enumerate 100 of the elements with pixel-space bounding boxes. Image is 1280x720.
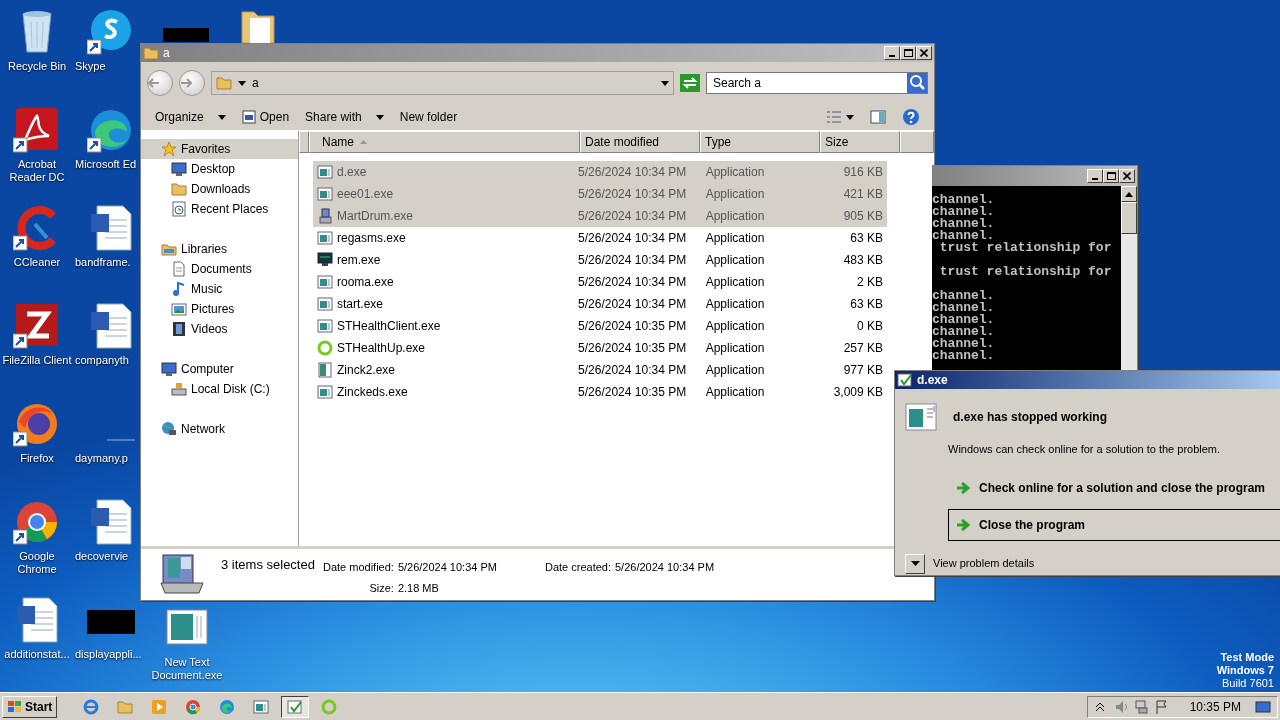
pdf-icon[interactable] (13, 106, 61, 154)
icon-label[interactable]: CCleaner (13, 256, 61, 269)
maximize-button[interactable] (1103, 169, 1119, 183)
icon-label[interactable]: daymany.p (75, 452, 128, 465)
console-line: trust relationship for (938, 242, 1113, 254)
dialog-option[interactable]: Close the program (948, 508, 1280, 541)
scroll-thumb[interactable] (1121, 202, 1137, 234)
sidebar-item[interactable]: Desktop (141, 159, 298, 179)
file-row[interactable]: d.exe 5/26/2024 10:34 PM Application 916 KB (313, 161, 887, 183)
detail-value: 2.18 MB (397, 580, 440, 596)
file-row[interactable]: Zinckeds.exe 5/26/2024 10:35 PM Application 3,009 KB (313, 381, 887, 403)
dialog-heading: d.exe has stopped working (953, 409, 1108, 426)
program-icon (317, 362, 333, 378)
back-button[interactable] (147, 70, 173, 96)
program-icon (317, 296, 333, 312)
arrow-icon (957, 518, 971, 531)
search-button[interactable] (907, 73, 927, 93)
type-cell-text: Application (704, 164, 766, 181)
detail-value: 5/26/2024 10:34 PM (397, 560, 497, 575)
file-row[interactable]: Zinck2.exe 5/26/2024 10:34 PM Application 977 KB (313, 359, 887, 381)
toolbar-button[interactable]: Organize (149, 106, 232, 128)
program-icon (317, 230, 333, 246)
file-row[interactable]: eee01.exe 5/26/2024 10:34 PM Application 421 KB (313, 183, 887, 205)
close-button[interactable] (916, 46, 932, 60)
icon-label[interactable]: displayappli... (75, 648, 142, 661)
open-button[interactable]: Open (235, 106, 296, 128)
monitor-icon (317, 252, 333, 268)
program-icon (317, 384, 333, 400)
star-icon (161, 141, 177, 157)
program-icon (287, 698, 304, 715)
date-cell-text: 5/26/2024 10:34 PM (577, 208, 688, 225)
file-row[interactable]: rem.exe 5/26/2024 10:34 PM Application 483 KB (313, 249, 887, 271)
file-row[interactable]: STHealthClient.exe 5/26/2024 10:35 PM Application 0 KB (313, 315, 887, 337)
console-line: channel. (932, 218, 996, 230)
icon-label[interactable]: FileZilla Client (2, 354, 72, 367)
details-toggle-label[interactable]: View problem details (933, 555, 1035, 572)
address-field[interactable]: a (211, 71, 674, 95)
icon-label[interactable]: Skype (75, 60, 106, 73)
icon-label[interactable]: Recycle Bin (7, 60, 67, 73)
column-header[interactable]: Type (700, 131, 820, 153)
console-line: channel. (932, 194, 996, 206)
sidebar-item[interactable]: Network (141, 419, 298, 439)
windows-logo-icon (7, 699, 23, 714)
column-header[interactable]: Date modified (580, 131, 700, 153)
help-icon (902, 108, 920, 126)
program-icon (241, 110, 256, 124)
sidebar-item[interactable]: Libraries (141, 239, 298, 259)
icon-label[interactable]: Google Chrome (0, 550, 74, 576)
icon-label[interactable]: Acrobat Reader DC (0, 158, 74, 184)
sidebar-item[interactable]: Downloads (141, 179, 298, 199)
icon-label[interactable]: New Text Document.exe (150, 656, 224, 682)
minimize-button[interactable] (1087, 169, 1103, 183)
column-header[interactable]: Name (309, 131, 580, 153)
file-row[interactable]: rooma.exe 5/26/2024 10:34 PM Application 2 KB (313, 271, 887, 293)
start-button[interactable]: Start (2, 695, 58, 718)
file-row[interactable]: start.exe 5/26/2024 10:34 PM Application 63 KB (313, 293, 887, 315)
folder-icon[interactable] (240, 8, 276, 43)
file-row[interactable]: MartDrum.exe 5/26/2024 10:34 PM Application 905 KB (313, 205, 887, 227)
minimize-button[interactable] (884, 46, 900, 60)
close-button[interactable] (1119, 169, 1135, 183)
sidebar-item[interactable]: Local Disk (C:) (141, 379, 298, 399)
close-icon (920, 49, 928, 57)
file-name: STHealthClient.exe (337, 318, 441, 335)
ring-icon (317, 340, 333, 356)
sidebar-item[interactable]: Recent Places (141, 199, 298, 219)
scroll-up-button[interactable] (1121, 186, 1137, 202)
icon-label[interactable]: decovervie (75, 550, 129, 563)
app-icon[interactable] (13, 302, 61, 350)
toolbar-button[interactable]: New folder (393, 106, 464, 128)
monitor-icon (171, 161, 187, 177)
toolbar-button[interactable]: Share with (299, 106, 390, 128)
taskbar-button[interactable] (281, 695, 310, 718)
icon-label[interactable]: Firefox (20, 452, 54, 465)
sidebar-item[interactable]: Favorites (141, 139, 298, 159)
expand-button[interactable] (905, 553, 925, 574)
sidebar-item[interactable]: Documents (141, 259, 298, 279)
flag-icon[interactable] (1153, 698, 1168, 715)
show-desktop-icon[interactable] (1255, 699, 1271, 714)
file-name: Zinckeds.exe (337, 384, 408, 401)
forward-button[interactable] (179, 70, 205, 96)
console-line: channel. (932, 338, 996, 350)
file-row[interactable]: regasms.exe 5/26/2024 10:34 PM Application 63 KB (313, 227, 887, 249)
file-name: MartDrum.exe (337, 208, 413, 225)
column-header[interactable]: Size (820, 131, 900, 153)
sidebar-item[interactable]: Computer (141, 359, 298, 379)
file-row[interactable]: STHealthUp.exe 5/26/2024 10:35 PM Application 257 KB (313, 337, 887, 359)
sidebar-item[interactable]: Pictures (141, 299, 298, 319)
system-info-text: Windows 7 (1216, 664, 1274, 677)
icon-label[interactable]: companyth (75, 354, 129, 367)
icon-label[interactable]: additionstat... (4, 648, 70, 661)
icon-label[interactable]: Microsoft Ed (75, 158, 137, 171)
sidebar-item[interactable]: Music (141, 279, 298, 299)
dialog-option[interactable]: Check online for a solution and close the program (948, 471, 1280, 504)
refresh-button[interactable] (680, 74, 700, 92)
icon-label[interactable]: bandframe. (75, 256, 131, 269)
type-cell-text: Application (704, 274, 766, 291)
sidebar-item[interactable]: Videos (141, 319, 298, 339)
network-icon[interactable] (1133, 698, 1148, 715)
search-box[interactable]: Search a (706, 72, 928, 94)
maximize-button[interactable] (900, 46, 916, 60)
